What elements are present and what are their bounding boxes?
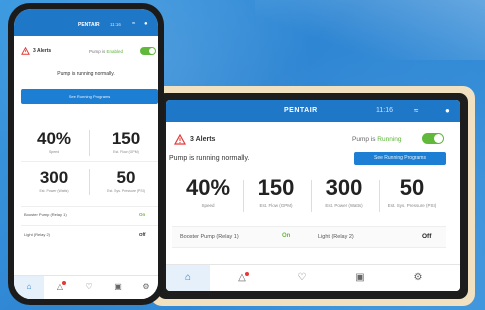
tablet-mat: PENTAIR 11:16 ≈ ● 3 Alerts Pump is Runni… bbox=[150, 86, 475, 306]
stat-value: 300 bbox=[325, 175, 363, 200]
tablet-device: PENTAIR 11:16 ≈ ● 3 Alerts Pump is Runni… bbox=[157, 93, 468, 299]
stat-flow: 150 Est. Flow (GPM) bbox=[242, 175, 310, 209]
warning-icon[interactable] bbox=[21, 47, 30, 55]
status-time: 11:16 bbox=[376, 107, 393, 114]
tablet-top-bar: PENTAIR 11:16 ≈ ● bbox=[166, 100, 460, 122]
relay-1-label: Booster Pump (Relay 1) bbox=[180, 234, 239, 240]
status-message: Pump is running normally. bbox=[57, 71, 115, 77]
alerts-count[interactable]: 3 Alerts bbox=[33, 48, 51, 54]
pump-toggle[interactable] bbox=[422, 133, 444, 144]
divider bbox=[21, 206, 158, 207]
wifi-icon[interactable]: ≈ bbox=[132, 21, 135, 27]
stat-value: 50 bbox=[116, 168, 136, 187]
divider bbox=[21, 161, 158, 162]
relay-2-label: Light (Relay 2) bbox=[318, 234, 354, 240]
pump-status: Pump is Enabled bbox=[89, 49, 124, 54]
user-icon[interactable]: ● bbox=[445, 106, 450, 115]
stat-label: Est. Sys. Pressure (PSI) bbox=[107, 189, 145, 193]
relay-2-label: Light (Relay 2) bbox=[24, 232, 51, 237]
stat-value: 50 bbox=[399, 175, 425, 200]
alert-row: 3 Alerts Pump is Running bbox=[166, 133, 460, 148]
relay-1-state[interactable]: On bbox=[282, 233, 290, 239]
alerts-count[interactable]: 3 Alerts bbox=[190, 136, 215, 143]
relay-2-state[interactable]: Off bbox=[422, 233, 431, 240]
favorites-icon[interactable]: ♡ bbox=[294, 272, 310, 283]
stat-label: Est. Flow (GPM) bbox=[113, 150, 139, 154]
warning-icon[interactable] bbox=[174, 134, 186, 145]
stat-pressure: 50 Est. Sys. Pressure (PSI) bbox=[94, 168, 158, 194]
stat-label: Est. Flow (GPM) bbox=[259, 203, 293, 208]
pump-toggle[interactable] bbox=[140, 47, 156, 55]
relay-1-state[interactable]: On bbox=[139, 212, 145, 217]
see-running-programs-button[interactable]: See Running Programs bbox=[21, 89, 158, 104]
stat-power: 300 Est. Power (Watts) bbox=[22, 168, 86, 194]
favorites-icon[interactable]: ♡ bbox=[82, 282, 96, 291]
stat-value: 150 bbox=[111, 129, 141, 148]
relay-2-state[interactable]: Off bbox=[139, 232, 146, 237]
brand-logo: PENTAIR bbox=[78, 22, 100, 28]
status-time: 11:16 bbox=[110, 22, 121, 27]
phone-top-bar: PENTAIR 11:16 ≈ ● bbox=[14, 9, 158, 36]
relay-bar: Booster Pump (Relay 1) On Light (Relay 2… bbox=[172, 226, 446, 248]
stat-value: 150 bbox=[257, 175, 295, 200]
stat-value: 40% bbox=[185, 175, 231, 200]
stat-flow: 150 Est. Flow (GPM) bbox=[94, 129, 158, 155]
stat-power: 300 Est. Power (Watts) bbox=[310, 175, 378, 209]
status-message: Pump is running normally. bbox=[169, 155, 250, 162]
stat-speed: 40% Speed bbox=[22, 129, 86, 155]
user-icon[interactable]: ● bbox=[144, 21, 148, 27]
divider bbox=[89, 169, 90, 195]
tablet-screen: PENTAIR 11:16 ≈ ● 3 Alerts Pump is Runni… bbox=[166, 100, 460, 291]
stat-pressure: 50 Est. Sys. Pressure (PSI) bbox=[378, 175, 446, 209]
wifi-icon[interactable]: ≈ bbox=[414, 106, 418, 115]
notification-dot bbox=[245, 272, 249, 276]
notification-dot bbox=[62, 281, 66, 285]
stat-value: 40% bbox=[36, 129, 72, 148]
background-highlight bbox=[255, 0, 485, 60]
stats-panel: 40% Speed 150 Est. Flow (GPM) 300 Est. P… bbox=[174, 176, 446, 218]
relay-1-label: Booster Pump (Relay 1) bbox=[24, 212, 67, 217]
pump-status: Pump is Running bbox=[352, 136, 402, 143]
settings-icon[interactable]: ⚙ bbox=[410, 272, 426, 283]
stat-label: Speed bbox=[201, 203, 215, 208]
schedule-icon[interactable]: ▣ bbox=[111, 282, 125, 291]
stat-label: Est. Power (Watts) bbox=[325, 203, 363, 208]
bottom-nav: ⌂ △ ♡ ▣ ⚙ bbox=[14, 275, 158, 299]
settings-icon[interactable]: ⚙ bbox=[139, 282, 153, 291]
brand-logo: PENTAIR bbox=[284, 107, 318, 114]
divider bbox=[89, 130, 90, 156]
divider bbox=[21, 225, 158, 226]
stat-label: Speed bbox=[48, 150, 60, 154]
stat-speed: 40% Speed bbox=[174, 175, 242, 209]
schedule-icon[interactable]: ▣ bbox=[352, 272, 368, 283]
home-icon[interactable]: ⌂ bbox=[22, 282, 36, 291]
stat-value: 300 bbox=[39, 168, 69, 187]
see-running-programs-button[interactable]: See Running Programs bbox=[354, 152, 446, 165]
bottom-nav: ⌂ △ ♡ ▣ ⚙ bbox=[166, 264, 460, 291]
phone-screen: PENTAIR 11:16 ≈ ● 3 Alerts Pump is Enabl… bbox=[14, 9, 158, 299]
stat-label: Est. Sys. Pressure (PSI) bbox=[387, 203, 437, 208]
phone-device: PENTAIR 11:16 ≈ ● 3 Alerts Pump is Enabl… bbox=[8, 3, 164, 305]
stat-label: Est. Power (Watts) bbox=[39, 189, 69, 193]
home-icon[interactable]: ⌂ bbox=[180, 272, 196, 283]
